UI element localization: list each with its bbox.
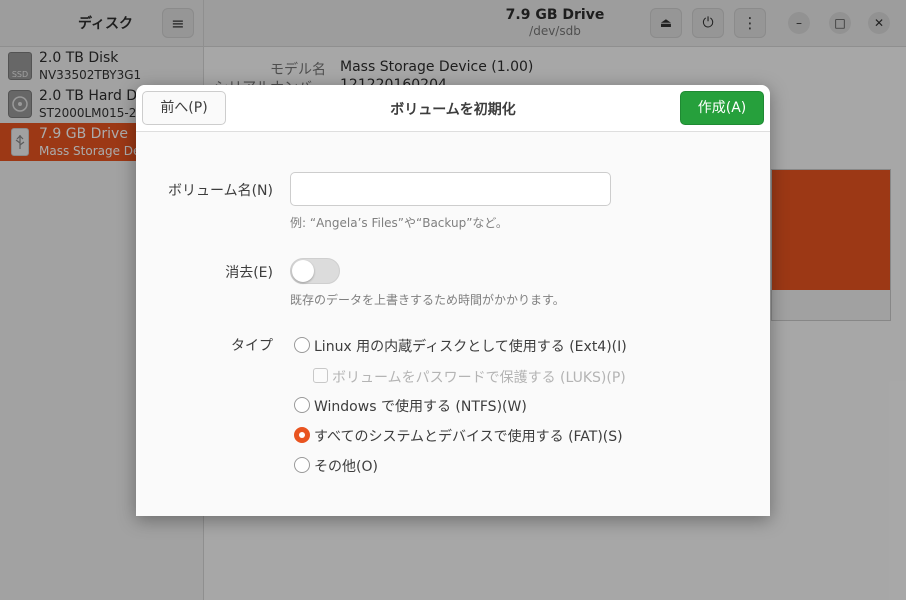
radio-ext4[interactable]: [294, 337, 310, 353]
radio-other[interactable]: [294, 457, 310, 473]
create-button[interactable]: 作成(A): [680, 91, 764, 125]
erase-switch[interactable]: [290, 258, 340, 284]
dialog-header: 前へ(P) ボリュームを初期化 作成(A): [136, 85, 770, 132]
volume-name-input[interactable]: [290, 172, 611, 206]
radio-label: その他(O): [314, 459, 378, 475]
switch-knob: [292, 260, 314, 282]
type-label: タイプ: [231, 338, 273, 354]
dialog-title: ボリュームを初期化: [390, 102, 516, 118]
erase-label: 消去(E): [225, 265, 273, 281]
luks-checkbox: [313, 368, 328, 383]
radio-label: Windows で使用する (NTFS)(W): [314, 399, 527, 415]
volume-name-label: ボリューム名(N): [168, 183, 273, 199]
radio-label: すべてのシステムとデバイスで使用する (FAT)(S): [314, 429, 623, 445]
radio-label: Linux 用の内蔵ディスクとして使用する (Ext4)(I): [314, 339, 627, 355]
radio-ntfs[interactable]: [294, 397, 310, 413]
radio-fat[interactable]: [294, 427, 310, 443]
format-volume-dialog: 前へ(P) ボリュームを初期化 作成(A) ボリューム名(N) 例: “Ange…: [136, 85, 770, 516]
volume-name-hint: 例: “Angela’s Files”や“Backup”など。: [290, 216, 508, 230]
luks-label: ボリュームをパスワードで保護する (LUKS)(P): [332, 370, 626, 386]
erase-hint: 既存のデータを上書きするため時間がかかります。: [290, 293, 565, 307]
